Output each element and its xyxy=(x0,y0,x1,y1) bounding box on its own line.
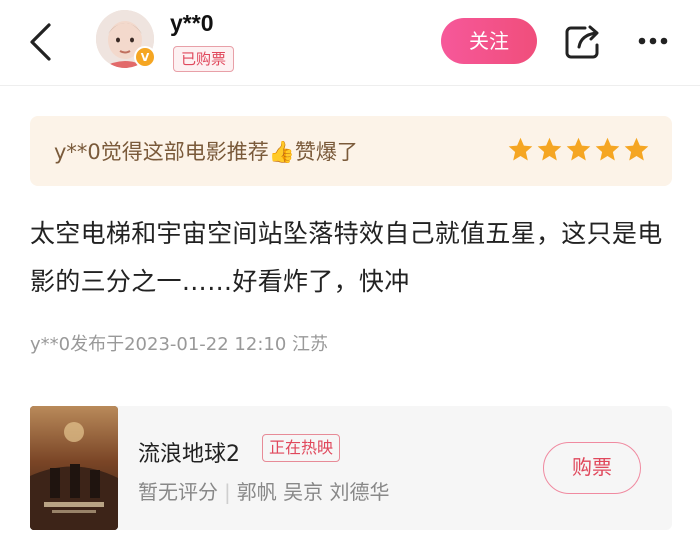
share-icon xyxy=(565,25,599,59)
star-icon xyxy=(508,137,533,161)
follow-button[interactable]: 关注 xyxy=(441,18,537,64)
star-rating xyxy=(507,136,650,163)
share-button[interactable] xyxy=(558,20,608,64)
top-bar: V y**0 已购票 关注 xyxy=(0,0,700,86)
chevron-left-icon xyxy=(30,23,51,61)
movie-score: 暂无评分 xyxy=(138,480,218,504)
star-icon xyxy=(566,137,591,161)
now-showing-badge: 正在热映 xyxy=(262,434,341,462)
rating-text: y**0觉得这部电影推荐👍赞爆了 xyxy=(54,140,358,164)
movie-poster[interactable] xyxy=(30,406,118,530)
movie-title[interactable]: 流浪地球2 xyxy=(138,436,240,468)
more-button[interactable] xyxy=(628,24,678,58)
movie-cast: 郭帆 吴京 刘德华 xyxy=(236,480,390,504)
star-icon xyxy=(595,137,620,161)
back-button[interactable] xyxy=(18,18,62,66)
buy-ticket-button[interactable]: 购票 xyxy=(543,442,641,494)
review-text: 太空电梯和宇宙空间站坠落特效自己就值五星，这只是电影的三分之一……好看炸了，快冲 xyxy=(30,219,663,296)
verified-icon: V xyxy=(134,46,156,68)
more-icon xyxy=(638,37,668,45)
username[interactable]: y**0 xyxy=(170,10,213,37)
movie-info: 暂无评分 | 郭帆 吴京 刘德华 xyxy=(138,476,389,505)
review-meta: y**0发布于2023-01-22 12:10 江苏 xyxy=(30,334,329,355)
rating-banner: y**0觉得这部电影推荐👍赞爆了 xyxy=(30,116,672,186)
divider: | xyxy=(224,480,231,504)
purchased-badge: 已购票 xyxy=(173,46,235,72)
star-icon xyxy=(624,137,649,161)
movie-card[interactable]: 流浪地球2 正在热映 暂无评分 | 郭帆 吴京 刘德华 购票 xyxy=(30,406,672,530)
star-icon xyxy=(537,137,562,161)
